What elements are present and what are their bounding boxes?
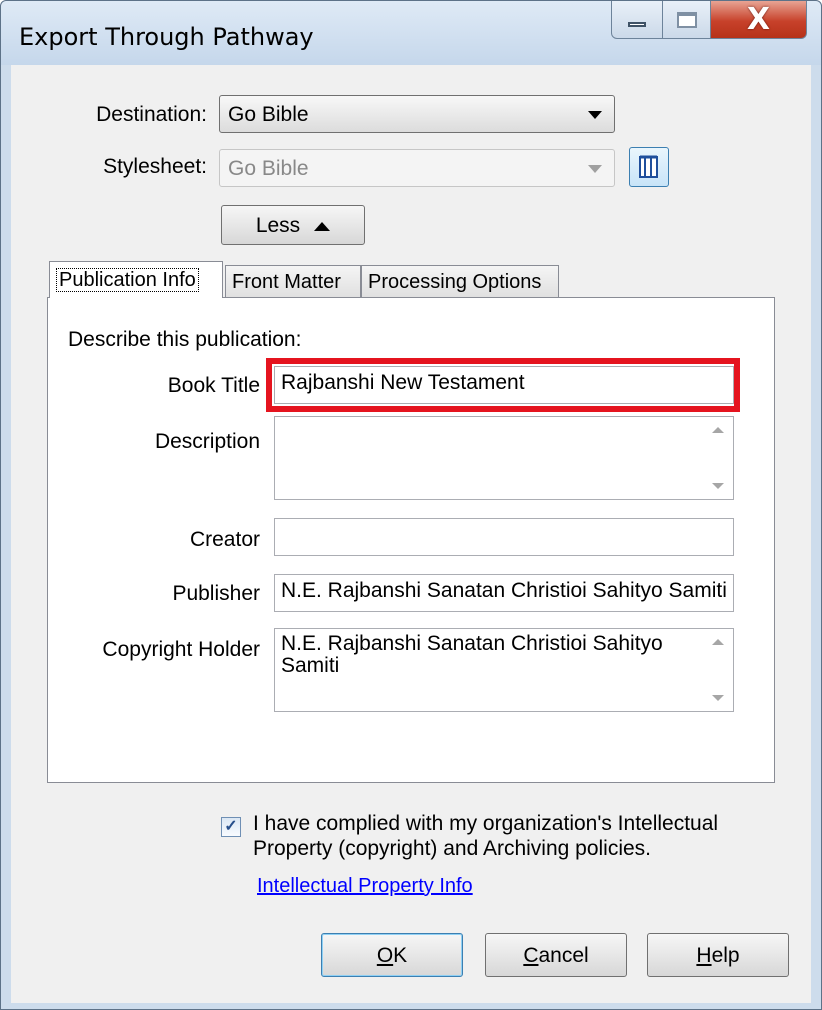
publication-info-panel: Describe this publication: Book Title Ra… bbox=[47, 297, 775, 783]
stylesheet-label: Stylesheet: bbox=[103, 155, 207, 178]
compliance-text: I have complied with my organization's I… bbox=[253, 812, 719, 860]
description-scrollbar[interactable] bbox=[703, 417, 733, 499]
creator-input[interactable] bbox=[274, 518, 734, 556]
book-title-highlight bbox=[266, 358, 740, 412]
export-dialog-window: Export Through Pathway X Destination: Go… bbox=[0, 0, 822, 1010]
minimize-icon bbox=[628, 22, 646, 27]
help-mnemonic: H bbox=[696, 944, 712, 967]
stylesheet-dropdown: Go Bible bbox=[219, 149, 615, 187]
description-textarea[interactable] bbox=[274, 416, 734, 500]
chevron-up-icon bbox=[314, 221, 331, 231]
tab-label: Publication Info bbox=[56, 268, 199, 292]
destination-label: Destination: bbox=[96, 103, 207, 126]
ok-mnemonic: O bbox=[376, 944, 394, 967]
stylesheet-value: Go Bible bbox=[228, 157, 309, 180]
chevron-down-icon bbox=[588, 165, 602, 173]
tab-processing-options[interactable]: Processing Options bbox=[361, 265, 559, 297]
description-label: Description bbox=[154, 430, 260, 453]
tab-label: Front Matter bbox=[232, 271, 341, 293]
destination-value: Go Bible bbox=[228, 103, 309, 126]
copyright-holder-textarea[interactable]: N.E. Rajbanshi Sanatan Christioi Sahityo… bbox=[274, 628, 734, 712]
tab-label: Processing Options bbox=[368, 271, 542, 293]
title-bar[interactable]: Export Through Pathway X bbox=[1, 1, 821, 65]
minimize-button[interactable] bbox=[611, 1, 663, 39]
tab-publication-info[interactable]: Publication Info bbox=[49, 261, 223, 298]
scroll-down-icon bbox=[712, 695, 724, 701]
cancel-button[interactable]: Cancel bbox=[485, 933, 627, 977]
close-button[interactable]: X bbox=[711, 1, 807, 39]
book-icon bbox=[639, 155, 658, 178]
copyright-holder-scrollbar[interactable] bbox=[703, 629, 733, 711]
maximize-button[interactable] bbox=[663, 1, 711, 39]
dialog-body: Destination: Go Bible Stylesheet: Go Bib… bbox=[11, 65, 811, 1003]
window-title: Export Through Pathway bbox=[19, 23, 314, 51]
help-label: elp bbox=[711, 944, 740, 967]
intellectual-property-link[interactable]: Intellectual Property Info bbox=[257, 875, 473, 898]
cancel-label: ancel bbox=[538, 944, 589, 967]
publisher-label: Publisher bbox=[172, 582, 260, 605]
close-icon: X bbox=[746, 1, 771, 37]
less-button-label: Less bbox=[255, 214, 301, 237]
copyright-holder-label: Copyright Holder bbox=[102, 638, 260, 661]
tab-front-matter[interactable]: Front Matter bbox=[225, 265, 361, 297]
maximize-icon bbox=[676, 11, 697, 28]
edit-stylesheet-button[interactable] bbox=[629, 147, 669, 187]
book-title-label: Book Title bbox=[167, 374, 260, 397]
chevron-down-icon bbox=[588, 111, 602, 119]
help-button[interactable]: Help bbox=[647, 933, 789, 977]
scroll-down-icon bbox=[712, 483, 724, 489]
publisher-input[interactable]: N.E. Rajbanshi Sanatan Christioi Sahityo… bbox=[274, 574, 734, 612]
scroll-up-icon bbox=[712, 639, 724, 645]
destination-dropdown[interactable]: Go Bible bbox=[219, 95, 615, 133]
publisher-value: N.E. Rajbanshi Sanatan Christioi Sahityo… bbox=[281, 579, 727, 602]
copyright-holder-value: N.E. Rajbanshi Sanatan Christioi Sahityo… bbox=[281, 632, 663, 677]
creator-label: Creator bbox=[189, 528, 260, 551]
cancel-mnemonic: C bbox=[523, 944, 539, 967]
scroll-up-icon bbox=[712, 427, 724, 433]
ok-button[interactable]: OK bbox=[321, 933, 463, 977]
compliance-checkbox[interactable]: ✓ bbox=[221, 817, 241, 837]
less-button[interactable]: Less bbox=[221, 205, 365, 245]
publication-heading: Describe this publication: bbox=[68, 328, 302, 351]
ok-label: K bbox=[393, 944, 408, 967]
checkmark-icon: ✓ bbox=[224, 818, 238, 835]
